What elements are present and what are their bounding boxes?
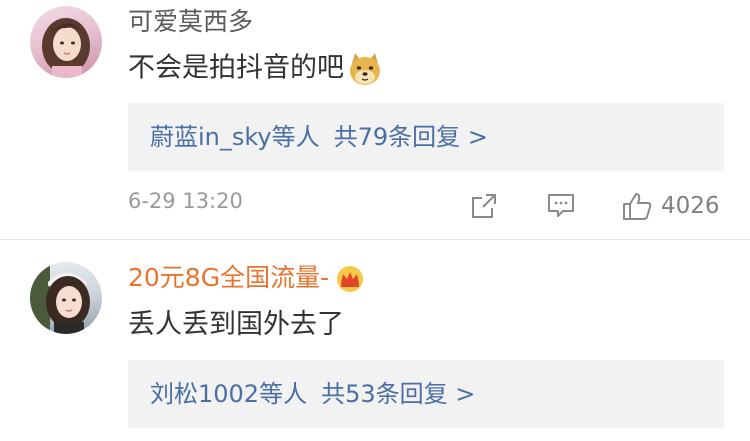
reply-count[interactable]: 共53条回复 (321, 380, 448, 408)
crown-icon (337, 266, 364, 292)
chevron-right-icon[interactable]: > (468, 123, 488, 151)
avatar-portrait-icon (30, 262, 90, 334)
comment-text-content: 不会是拍抖音的吧 (128, 52, 344, 84)
thumbs-up-icon (623, 193, 652, 220)
username-vip[interactable]: 20元8G全国流量- (128, 262, 365, 294)
avatar[interactable] (30, 262, 102, 334)
comment-meta: 6-29 13:20 4026 (0, 185, 750, 225)
username-text[interactable]: 20元8G全国流量- (128, 263, 329, 292)
reply-users[interactable]: 蔚蓝in_sky等人 (150, 123, 320, 151)
chevron-right-icon[interactable]: > (455, 380, 475, 408)
doge-emoji-icon (350, 53, 380, 85)
replies-summary[interactable]: 蔚蓝in_sky等人 共79条回复 > (128, 103, 724, 171)
comment-button[interactable] (546, 189, 576, 223)
like-button[interactable]: 4026 (621, 189, 720, 223)
timestamp: 6-29 13:20 (128, 189, 243, 213)
like-count: 4026 (661, 193, 720, 219)
comment-text: 不会是拍抖音的吧 (128, 50, 384, 88)
comment-item: 可爱莫西多 不会是拍抖音的吧 蔚蓝in_sky等人 共79条回复 > 6-29 1… (0, 0, 750, 240)
avatar[interactable] (30, 6, 102, 78)
reply-users[interactable]: 刘松1002等人 (150, 380, 307, 408)
comment-item: 20元8G全国流量- 丢人丢到国外去了 刘松1002等人 共53条回复 > (0, 240, 750, 441)
comment-icon (548, 194, 574, 217)
share-icon (472, 194, 496, 218)
comment-text: 丢人丢到国外去了 (128, 309, 344, 340)
avatar-portrait-icon (42, 18, 90, 78)
reply-count[interactable]: 共79条回复 (334, 123, 461, 151)
username[interactable]: 可爱莫西多 (128, 6, 253, 38)
share-button[interactable] (470, 189, 498, 223)
replies-summary[interactable]: 刘松1002等人 共53条回复 > (128, 360, 724, 428)
